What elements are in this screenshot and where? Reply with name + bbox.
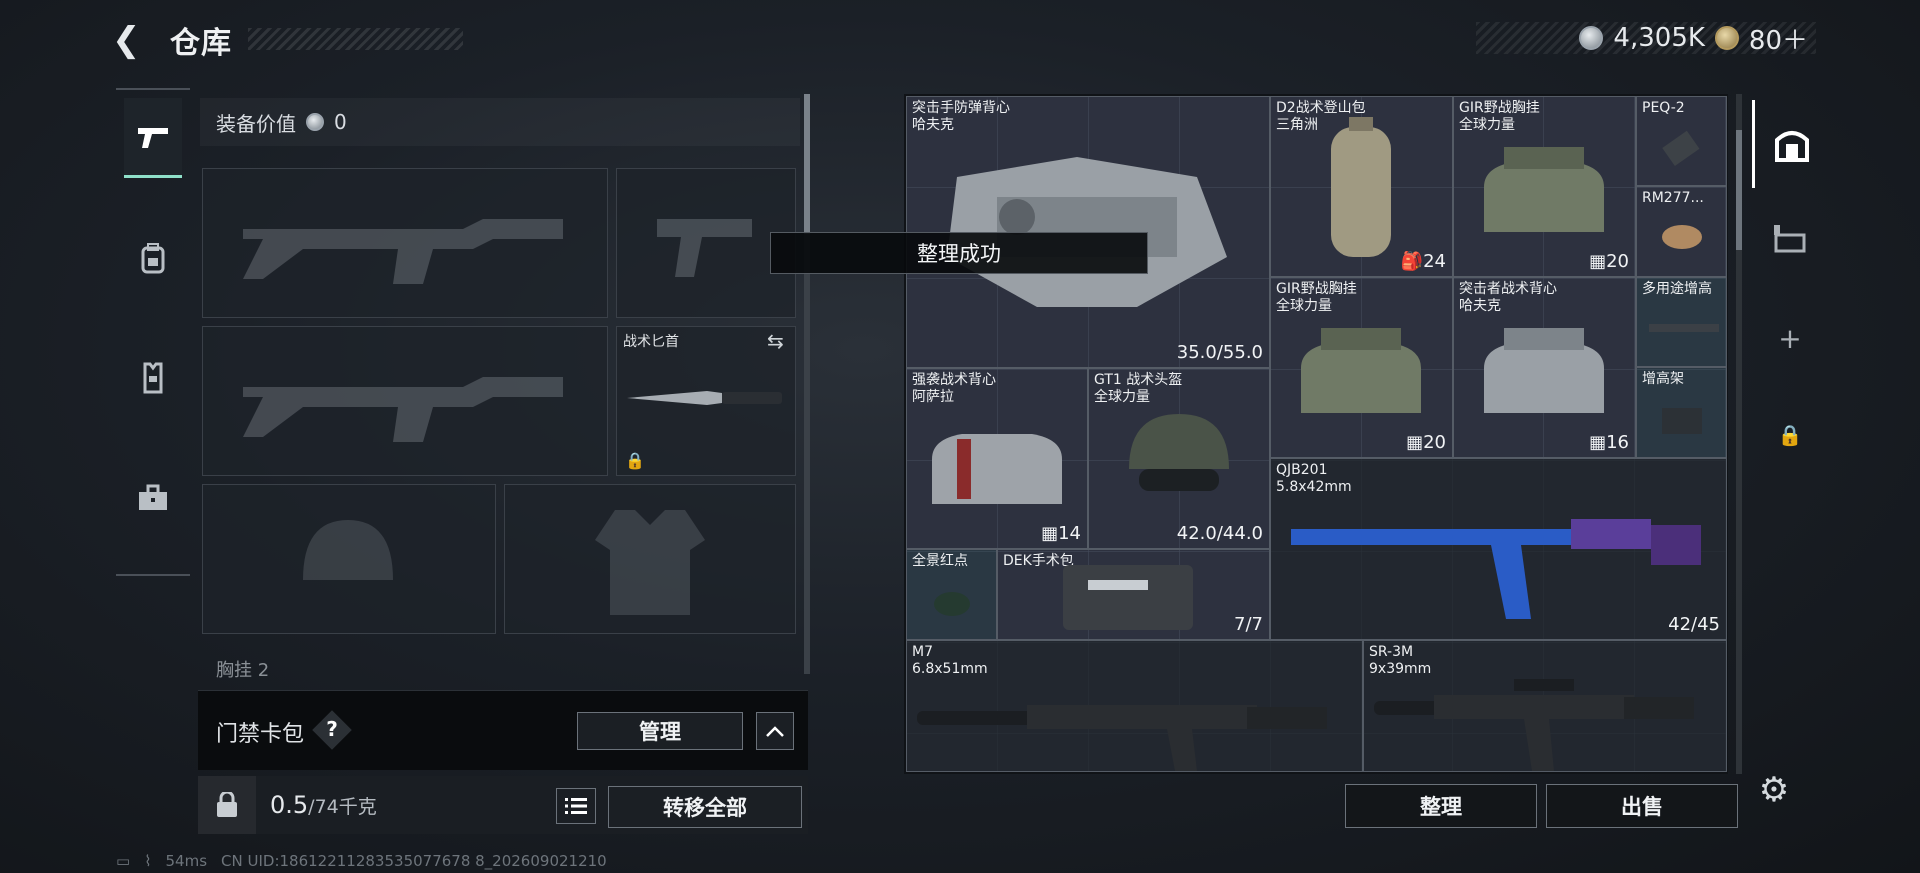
back-arrow-icon[interactable]: ❮: [112, 20, 152, 60]
stash-item-peq2[interactable]: PEQ-2: [1636, 96, 1727, 186]
stash-item-red-dot[interactable]: 全景红点: [906, 549, 997, 640]
stash-item-gt1-helmet[interactable]: GT1 战术头盔 全球力量 42.0/44.0: [1088, 368, 1270, 549]
stash-item-dek-kit[interactable]: DEK手术包 7/7: [997, 549, 1270, 640]
rig-capacity: ▦20: [1406, 432, 1446, 453]
equip-value-label: 装备价值: [216, 111, 296, 136]
machine-gun-icon: [1291, 519, 1701, 619]
primary-weapon-slot[interactable]: [202, 168, 608, 318]
gear-icon[interactable]: ⚙: [1752, 768, 1796, 812]
stash-item-m7[interactable]: M7 6.8x51mm: [906, 640, 1363, 772]
lock-icon: 🔒: [625, 451, 645, 470]
stash-item-mount[interactable]: 增高架: [1636, 367, 1727, 458]
page-title: 仓库: [170, 26, 232, 61]
vest-capacity: ▦14: [1041, 523, 1081, 544]
weight-value: 0.5/74千克: [270, 791, 377, 819]
battery-icon: ▭: [116, 852, 131, 870]
wifi-icon: ⌇: [144, 852, 152, 870]
list-icon[interactable]: [556, 788, 596, 824]
stash-item-raider-vest[interactable]: 突击者战术背心 哈夫克 ▦16: [1453, 277, 1636, 458]
status-footer: ▭ ⌇ 54ms CN UID:18612211283535077678 8_2…: [116, 852, 607, 870]
chest-rig-icon: [1484, 147, 1604, 232]
briefcase-icon[interactable]: [124, 458, 182, 538]
chest-rig-icon: [1301, 328, 1421, 413]
backpack-capacity: 🎒24: [1400, 251, 1446, 272]
knife-slot[interactable]: 战术匕首 ⇆ 🔒: [616, 326, 796, 476]
vest-capacity: ▦16: [1589, 432, 1629, 453]
rifle-icon: [1374, 679, 1694, 771]
medkit-icon: [1063, 565, 1193, 630]
vest-section-label: 胸挂 2: [216, 660, 270, 681]
helmet-slot[interactable]: [202, 484, 496, 634]
card-bag-label: 门禁卡包: [216, 722, 305, 747]
currency-bar: 4,305K 80＋: [1476, 20, 1816, 57]
tactical-knife-icon: [627, 391, 782, 405]
sort-button[interactable]: 整理: [1345, 784, 1537, 828]
rifle-icon: [917, 705, 1327, 771]
armor-slot[interactable]: [504, 484, 796, 634]
transfer-all-button[interactable]: 转移全部: [608, 786, 802, 828]
rig-capacity: ▦20: [1589, 251, 1629, 272]
loadout-scrollbar-thumb[interactable]: [804, 94, 810, 234]
rifle-silhouette-icon: [243, 377, 563, 442]
silver-coin-icon: [1579, 26, 1604, 50]
stash-item-qjb201[interactable]: QJB201 5.8x42mm 42/45: [1270, 458, 1727, 640]
secondary-weapon-slot[interactable]: [202, 326, 608, 476]
armor-silhouette-icon: [595, 510, 705, 615]
vest-icon[interactable]: [124, 338, 182, 418]
stash-item-riser[interactable]: 多用途增高: [1636, 277, 1727, 367]
uid-text: CN UID:18612211283535077678 8_2026090212…: [221, 852, 607, 870]
pistol-slot[interactable]: [616, 168, 796, 318]
backpack-icon: [1331, 117, 1391, 257]
mount-icon: [1662, 408, 1702, 434]
gold-coin-icon: [1714, 26, 1739, 50]
tactical-vest-icon: [932, 434, 1062, 504]
add-stash-icon[interactable]: +: [1752, 308, 1828, 368]
silver-coin-icon: [306, 113, 324, 131]
chevron-up-icon[interactable]: [756, 712, 794, 750]
stash-scrollbar-thumb[interactable]: [1736, 130, 1742, 250]
tactical-vest-icon: [1484, 328, 1604, 413]
laser-module-icon: [1662, 130, 1700, 166]
ammo-round-icon: [1662, 225, 1702, 249]
equip-value-row: 装备价值 0: [200, 98, 800, 146]
backpack-icon[interactable]: [124, 218, 182, 298]
stash-item-d2-backpack[interactable]: D2战术登山包 三角洲 🎒24: [1270, 96, 1453, 277]
toast-message: 整理成功: [770, 232, 1148, 274]
rail-riser-icon: [1649, 324, 1719, 332]
helmet-icon: [1129, 414, 1229, 491]
red-dot-sight-icon: [934, 592, 970, 616]
swap-icon[interactable]: ⇆: [767, 329, 784, 353]
help-icon-glyph[interactable]: ?: [318, 714, 346, 744]
stash-item-assault-vest-2[interactable]: 强袭战术背心 阿萨拉 ▦14: [906, 368, 1088, 549]
sell-button[interactable]: 出售: [1546, 784, 1738, 828]
knife-label: 战术匕首: [623, 334, 679, 350]
stash-tab-main[interactable]: [1752, 100, 1828, 188]
stash-item-rm277[interactable]: RM277...: [1636, 186, 1727, 277]
manage-button[interactable]: 管理: [577, 712, 743, 750]
silver-currency-value: 4,305K: [1613, 23, 1705, 53]
gold-currency-value[interactable]: 80＋: [1749, 20, 1808, 57]
rifle-silhouette-icon: [243, 219, 563, 284]
loadout-tabs: [116, 88, 190, 576]
pistol-silhouette-icon: [657, 219, 752, 277]
title-decoration: [248, 28, 463, 50]
weight-icon: [198, 776, 256, 834]
stash-item-gir-chest-rig[interactable]: GIR野战胸挂 全球力量 ▦20: [1453, 96, 1636, 277]
ping-value: 54ms: [165, 852, 208, 870]
stash-item-sr3m[interactable]: SR-3M 9x39mm: [1363, 640, 1727, 772]
helmet-silhouette-icon: [303, 520, 393, 580]
equip-value: 0: [334, 110, 347, 134]
pistol-icon[interactable]: [124, 98, 182, 178]
stash-item-gir-chest-rig-2[interactable]: GIR野战胸挂 全球力量 ▦20: [1270, 277, 1453, 458]
lock-icon: 🔒: [1777, 423, 1803, 447]
stash-tab-secondary[interactable]: [1752, 210, 1828, 270]
